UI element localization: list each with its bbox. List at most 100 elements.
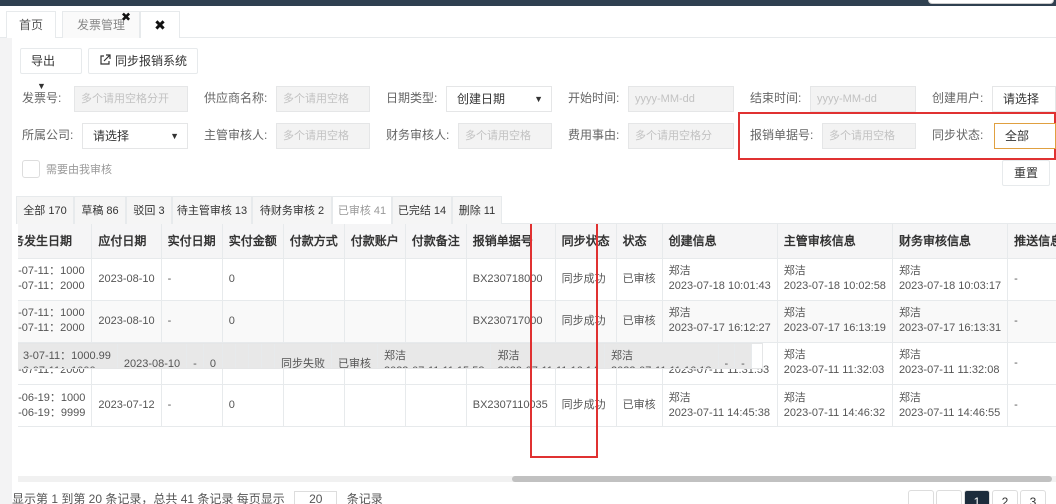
start-time-input[interactable]: yyyy-MM-dd [628,86,734,112]
status-tab-approved[interactable]: 已审核 41 [332,196,392,224]
tab-invoice-management[interactable]: 发票管理 ✖ [62,10,140,38]
invoice-no-input[interactable]: 多个请用空格分开 [74,86,188,112]
cell-manager-info-line2: 2023-07-18 10:02:58 [783,280,886,292]
per-page-select[interactable]: 20 [294,491,338,504]
cell-manager-info-line1: 郑洁 [783,265,806,277]
cell-finance-info-line1: 郑洁 [898,391,921,404]
column-header[interactable]: 创建信息 [662,224,778,259]
export-button[interactable]: 导出 ▼ [20,48,82,91]
cell-create-info: 郑洁2023-07-11 11:15:58 [377,343,492,368]
column-header[interactable]: 付款账户 [344,224,406,259]
cell-occur-date: 3-07-11：1000 3-07-11：2000 [18,300,93,343]
pagination-page-2[interactable]: 2 [992,490,1018,504]
status-tab-draft[interactable]: 草稿 86 [74,196,126,224]
cell-create-info-line1: 郑洁 [668,391,691,404]
cell-status: 已审核 [616,258,663,301]
caret-down-icon: ▼ [170,131,179,141]
company-value: 请选择 [93,129,130,143]
sync-expense-system-button[interactable]: 同步报销系统 [88,48,198,74]
cell-amount: 0 [203,343,223,368]
supplier-input[interactable]: 多个请用空格 [276,86,370,112]
cell-create-info: 郑洁 2023-07-17 16:12:27 [662,300,778,343]
cell-pay-method [283,300,345,343]
status-tab-completed[interactable]: 已完结 14 [392,196,452,224]
cell-pay-remark [405,384,467,427]
column-header[interactable]: 付款备注 [405,224,467,259]
pagination-page-1[interactable]: 1 [964,490,990,504]
cell-paid-date: - [186,343,204,368]
cell-finance-info-line1: 郑洁 [898,265,921,277]
column-header[interactable]: 主管审核信息 [777,224,893,259]
creator-select[interactable]: 请选择 [992,86,1056,112]
cell-pay-method [283,384,345,427]
cell-create-info-line2: 2023-07-17 16:12:27 [668,322,771,334]
sync-expense-system-label: 同步报销系统 [115,54,188,68]
status-tab-pending-finance[interactable]: 待财务审核 2 [252,196,332,224]
cell-manager-info: 郑洁 2023-07-11 14:46:32 [777,384,893,427]
status-tab-rejected[interactable]: 驳回 3 [126,196,172,224]
horizontal-scrollbar[interactable] [18,476,1056,482]
start-time-label: 开始时间: [568,91,620,105]
cell-pay-account [235,343,249,368]
cell-amount: 0 [222,384,284,427]
status-tab-all[interactable]: 全部 170 [16,196,74,224]
column-header[interactable]: 状态 [616,224,663,259]
top-right-widget [928,0,1054,4]
column-header[interactable]: 实付金额 [222,224,284,259]
close-all-tabs-button[interactable]: ✖ [140,11,180,38]
need-review-checkbox[interactable] [22,160,40,178]
tab-invoice-label: 发票管理 [76,18,125,32]
cell-push-info: - [1007,300,1056,343]
cell-manager-info-line1: 郑洁 [783,349,806,362]
close-tab-icon[interactable]: ✖ [121,4,131,31]
expense-reason-input[interactable]: 多个请用空格分 [628,123,734,149]
highlight-box-sync-status-column [530,224,598,458]
column-header[interactable]: 应付日期 [91,224,162,259]
cell-finance-info: 郑洁2023-07-11 11:16:18 [604,343,719,368]
cell-due-date: 2023-08-10 [91,258,162,301]
external-link-icon [100,54,111,65]
cell-amount: 0 [222,258,284,301]
cell-manager-info-line2: 2023-07-11 14:46:32 [783,406,886,419]
cell-occur-date-line2: 3-07-11：2000 [18,280,85,292]
column-header[interactable]: 推送信息 [1007,224,1056,259]
pagination-first[interactable] [936,490,962,504]
cell-paid-date: - [161,258,223,301]
cell-push-info: - [718,343,736,368]
scrollbar-thumb[interactable] [512,476,1052,482]
status-tab-pending-manager[interactable]: 待主管审核 13 [172,196,252,224]
status-tab-deleted[interactable]: 删除 11 [452,196,502,224]
pagination-page-3[interactable]: 3 [1020,490,1046,504]
tab-home[interactable]: 首页 [6,11,56,38]
cell-pay-account [344,258,406,301]
date-type-select[interactable]: 创建日期 ▼ [446,86,552,112]
cell-manager-info-line1: 郑洁 [783,391,806,404]
table-row[interactable]: 3-07-11：1000.993-07-11：10002023-08-10-0同… [18,342,763,369]
cell-occur-date-line1: 3-07-11：1000.99 [23,350,111,363]
expense-no-input[interactable]: 多个请用空格 [822,123,916,149]
column-header[interactable]: 付款方式 [283,224,345,259]
cell-push-info: - [1007,258,1056,301]
cell-sync-status: 同步失败 [274,343,332,368]
company-label: 所属公司: [22,128,74,142]
column-header[interactable]: 务发生日期 [18,224,93,259]
cell-manager-info: 郑洁 2023-07-11 11:32:03 [777,342,893,385]
export-label: 导出 [31,54,56,68]
cell-due-date: 2023-08-10 [117,343,188,368]
end-time-input[interactable]: yyyy-MM-dd [810,86,916,112]
column-header[interactable]: 实付日期 [161,224,223,259]
company-select[interactable]: 请选择 ▼ [82,123,188,149]
reset-button[interactable]: 重置 [1002,160,1050,186]
manager-reviewer-input[interactable]: 多个请用空格 [276,123,370,149]
date-type-value: 创建日期 [457,92,506,106]
date-type-label: 日期类型: [386,91,438,105]
cell-occur-date-line2: 3-07-11：2000 [18,322,85,334]
sync-status-label: 同步状态: [932,128,984,142]
column-header[interactable]: 财务审核信息 [892,224,1009,259]
sync-status-select[interactable]: 全部 [994,123,1056,149]
pagination-prev[interactable] [908,490,934,504]
page-tabs-bar: 首页 发票管理 ✖ ✖ [0,6,1056,38]
finance-reviewer-input[interactable]: 多个请用空格 [458,123,552,149]
cell-manager-info-line2: 2023-07-17 16:13:19 [783,322,886,334]
cell-due-date: 2023-08-10 [91,300,162,343]
